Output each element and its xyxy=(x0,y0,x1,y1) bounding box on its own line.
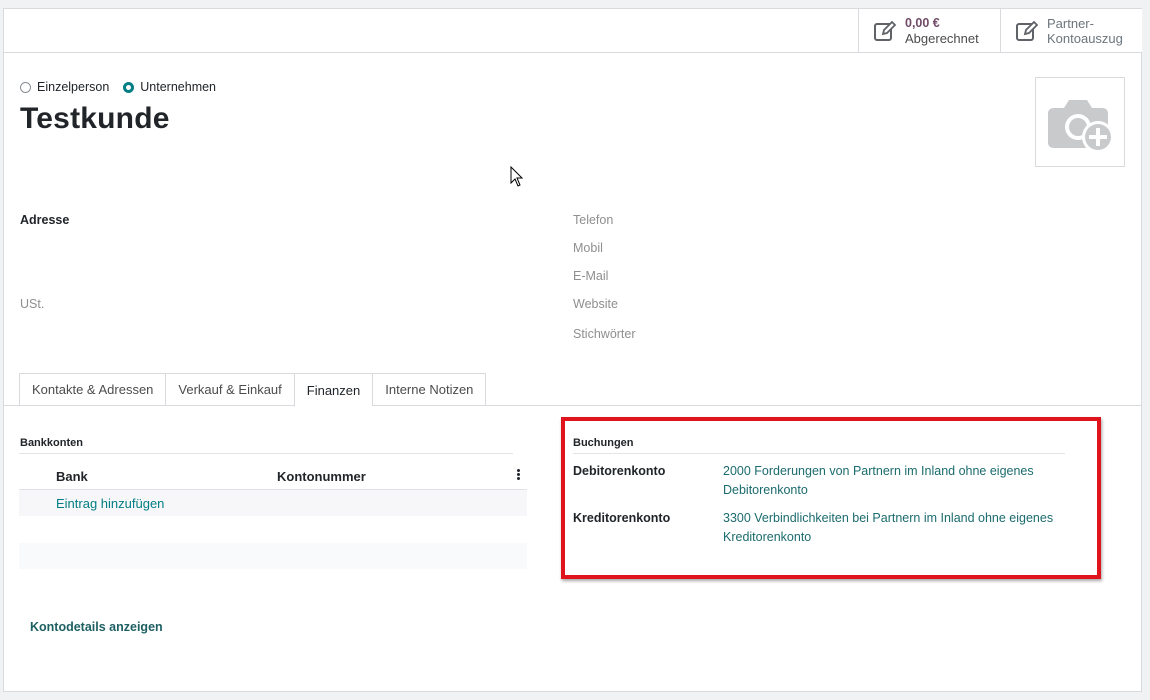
payable-account-field[interactable]: 3300 Verbindlichkeiten bei Partnern im I… xyxy=(723,509,1068,547)
bank-accounts-title: Bankkonten xyxy=(20,437,83,449)
radio-individual[interactable]: Einzelperson xyxy=(20,80,109,94)
radio-individual-label: Einzelperson xyxy=(37,80,110,94)
radio-unchecked-icon xyxy=(20,81,31,93)
phone-label: Telefon xyxy=(573,213,614,227)
notebook-tabs: Kontakte & Adressen Verkauf & Einkauf Fi… xyxy=(19,373,487,407)
radio-company-label: Unternehmen xyxy=(140,80,217,94)
radio-company[interactable]: Unternehmen xyxy=(123,80,216,94)
payable-account-line-1: 3300 Verbindlichkeiten bei Partnern im I… xyxy=(723,511,1054,525)
accounting-title: Buchungen xyxy=(573,437,634,449)
edit-icon xyxy=(874,20,897,41)
mouse-cursor-icon xyxy=(510,166,524,187)
receivable-account-line-2: Debitorenkonto xyxy=(723,483,808,497)
tab-contacts[interactable]: Kontakte & Adressen xyxy=(19,373,166,406)
partner-ledger-label-2: Kontoauszug xyxy=(1047,30,1123,46)
company-type-radios: Einzelperson Unternehmen xyxy=(20,80,230,94)
tab-internal-notes[interactable]: Interne Notizen xyxy=(372,373,487,406)
account-details-button[interactable]: Kontodetails anzeigen xyxy=(30,620,163,634)
partner-ledger-button[interactable]: Partner- Kontoauszug xyxy=(1000,9,1142,52)
bank-section-rule xyxy=(19,453,513,454)
receivable-label: Debitorenkonto xyxy=(573,464,666,478)
payable-account-line-2: Kreditorenkonto xyxy=(723,530,812,544)
form-sheet: 0,00 € Abgerechnet Partner- Kontoauszug … xyxy=(3,8,1142,692)
optional-columns-icon[interactable] xyxy=(517,469,521,483)
receivable-account-field[interactable]: 2000 Forderungen von Partnern im Inland … xyxy=(723,462,1068,500)
add-line-row: Eintrag hinzufügen xyxy=(19,490,527,516)
invoiced-label: Abgerechnet xyxy=(905,30,979,46)
tags-label: Stichwörter xyxy=(573,327,636,341)
radio-checked-icon xyxy=(123,81,135,93)
avatar-upload[interactable] xyxy=(1035,77,1125,167)
column-account-number[interactable]: Kontonummer xyxy=(277,469,366,484)
add-line-link[interactable]: Eintrag hinzufügen xyxy=(56,496,164,511)
payable-label: Kreditorenkonto xyxy=(573,511,671,525)
empty-table-row xyxy=(19,543,527,569)
tab-finance[interactable]: Finanzen xyxy=(293,373,373,407)
invoiced-button[interactable]: 0,00 € Abgerechnet xyxy=(858,9,1000,52)
email-label: E-Mail xyxy=(573,269,609,283)
partner-ledger-label-1: Partner- xyxy=(1047,15,1094,31)
button-box: 0,00 € Abgerechnet Partner- Kontoauszug xyxy=(4,9,1142,53)
accounting-section-rule xyxy=(573,453,1065,454)
edit-icon xyxy=(1016,20,1039,41)
vat-label: USt. xyxy=(20,297,45,311)
partner-name[interactable]: Testkunde xyxy=(20,102,170,136)
column-bank[interactable]: Bank xyxy=(56,469,88,484)
bank-table-header: Bank Kontonummer xyxy=(19,462,527,490)
mobile-label: Mobil xyxy=(573,241,603,255)
tab-sales-purchase[interactable]: Verkauf & Einkauf xyxy=(165,373,294,406)
website-label: Website xyxy=(573,297,618,311)
address-label: Adresse xyxy=(20,213,70,227)
receivable-account-line-1: 2000 Forderungen von Partnern im Inland … xyxy=(723,464,1034,478)
camera-add-icon xyxy=(1048,100,1114,153)
invoiced-value: 0,00 € xyxy=(905,15,940,30)
